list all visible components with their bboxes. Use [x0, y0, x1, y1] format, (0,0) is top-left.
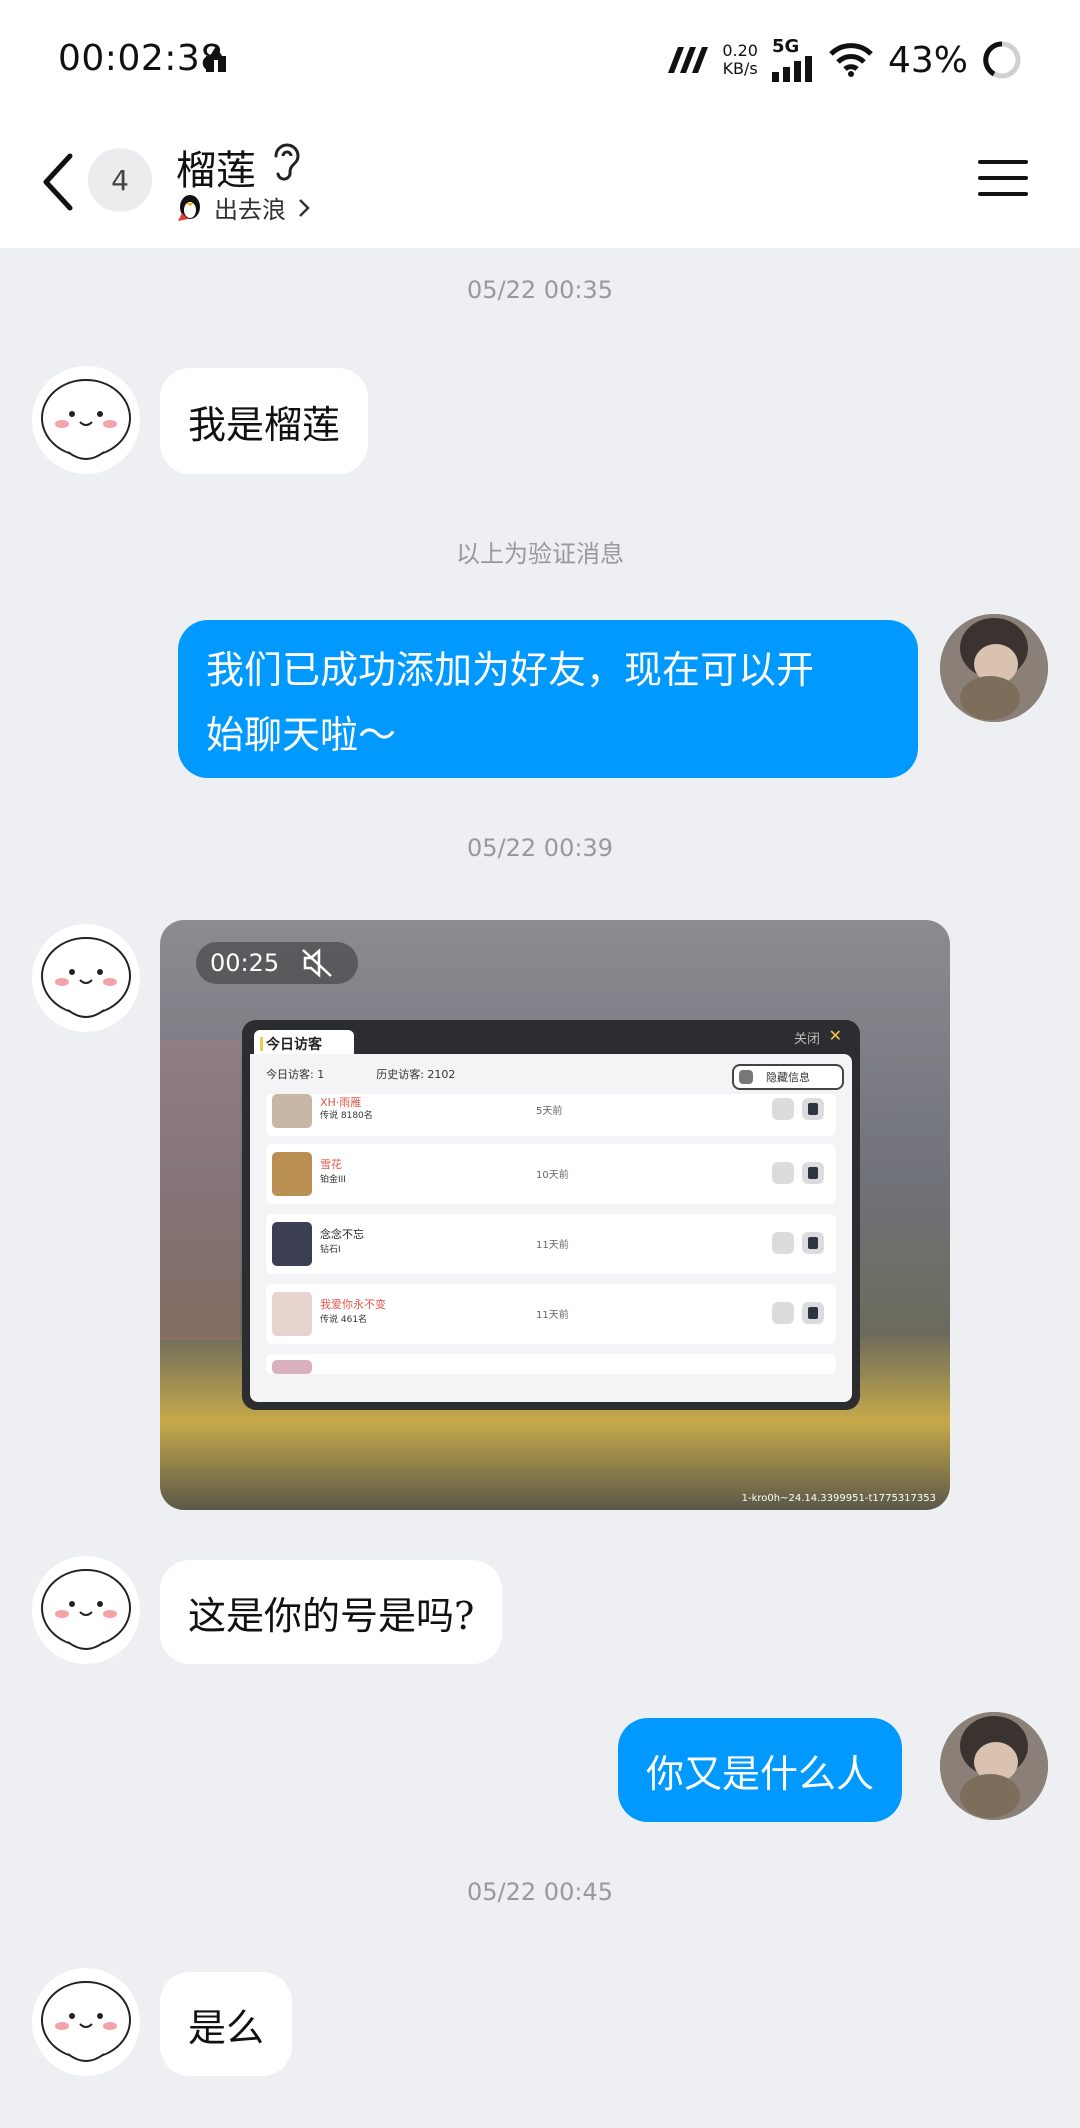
status-time: 00:02:38	[58, 38, 224, 79]
contact-avatar[interactable]	[32, 1968, 140, 2076]
video-message[interactable]: 00:25 今日访客 关闭 ✕ 今日访客: 1 历史访客: 2102 隐藏信息 …	[160, 920, 950, 1510]
video-duration-pill: 00:25	[196, 942, 358, 984]
battery-ring-icon	[983, 41, 1021, 79]
message-bubble-in[interactable]: 我是榴莲	[160, 368, 369, 474]
notification-icon	[206, 46, 226, 72]
status-label: 出去浪	[214, 196, 286, 224]
mute-icon[interactable]	[301, 948, 333, 978]
visitor-time: 5天前	[536, 1106, 563, 1117]
visitor-row: 雪花 铂金III 10天前	[266, 1144, 836, 1204]
contact-status[interactable]: 出去浪	[176, 190, 312, 225]
timestamp: 05/22 00:35	[467, 276, 613, 304]
contact-name[interactable]: 榴莲	[176, 138, 256, 196]
note-icon	[802, 1162, 824, 1184]
visitor-time: 10天前	[536, 1170, 569, 1181]
ghost-icon	[772, 1098, 794, 1120]
popup-body: 今日访客: 1 历史访客: 2102 隐藏信息 XH·雨雁 传说 8180名 5…	[250, 1054, 852, 1402]
status-bar: 00:02:38 0.20 KB/s 5G 43%	[0, 0, 1080, 120]
visitor-avatar	[272, 1292, 312, 1336]
today-visitors: 今日访客: 1	[266, 1068, 325, 1081]
user-photo-icon	[940, 614, 1048, 722]
ghost-icon	[772, 1302, 794, 1324]
close-icon: ✕	[828, 1026, 842, 1045]
note-icon	[802, 1098, 824, 1120]
note-icon	[802, 1232, 824, 1254]
contact-avatar[interactable]	[32, 924, 140, 1032]
net-speed: 0.20 KB/s	[722, 42, 758, 78]
bear-avatar-icon	[41, 379, 131, 460]
visitor-popup: 今日访客 关闭 ✕ 今日访客: 1 历史访客: 2102 隐藏信息 XH·雨雁 …	[242, 1020, 860, 1410]
visitor-rank: 钻石I	[320, 1245, 341, 1255]
back-button[interactable]	[36, 150, 80, 214]
my-avatar[interactable]	[940, 614, 1048, 722]
my-avatar[interactable]	[940, 1712, 1048, 1820]
timestamp: 05/22 00:39	[467, 834, 613, 862]
visitor-avatar	[272, 1094, 312, 1128]
bear-avatar-icon	[41, 937, 131, 1018]
user-photo-icon	[940, 1712, 1048, 1820]
visitor-rank: 传说 8180名	[320, 1111, 373, 1121]
visitor-row: 念念不忘 钻石I 11天前	[266, 1214, 836, 1274]
message-bubble-in[interactable]: 这是你的号是吗?	[160, 1560, 503, 1664]
visitor-time: 11天前	[536, 1310, 569, 1321]
visitor-name: 雪花	[320, 1158, 342, 1171]
message-line: 我们已成功添加为好友，现在可以开	[206, 648, 815, 692]
visitor-avatar	[272, 1222, 312, 1266]
visitor-row-partial	[266, 1354, 836, 1374]
bear-avatar-icon	[41, 1569, 131, 1650]
timestamp: 05/22 00:45	[467, 1878, 613, 1906]
network-type: 5G	[771, 36, 800, 57]
ear-icon[interactable]	[270, 140, 304, 182]
bear-avatar-icon	[41, 1981, 131, 2062]
cell-signal: 5G	[771, 36, 814, 82]
ghost-icon	[772, 1162, 794, 1184]
visitor-rank: 铂金III	[320, 1175, 346, 1185]
visitor-row: XH·雨雁 传说 8180名 5天前	[266, 1094, 836, 1136]
menu-button[interactable]	[978, 158, 1028, 198]
signal-bars-icon	[771, 56, 812, 82]
message-bubble-out[interactable]: 我们已成功添加为好友，现在可以开 始聊天啦～	[178, 620, 918, 778]
visitor-avatar	[272, 1360, 312, 1374]
hide-info-toggle: 隐藏信息	[732, 1064, 844, 1090]
visitor-name: 我爱你永不变	[320, 1298, 386, 1311]
battery-percent: 43%	[887, 39, 968, 81]
verify-notice: 以上为验证消息	[456, 540, 624, 568]
visitor-avatar	[272, 1152, 312, 1196]
status-right: 0.20 KB/s 5G 43%	[664, 30, 1022, 90]
message-bubble-out[interactable]: 你又是什么人	[618, 1718, 903, 1822]
visitor-stats: 今日访客: 1 历史访客: 2102	[266, 1066, 455, 1082]
video-duration: 00:25	[210, 949, 280, 977]
net-speed-value: 0.20	[722, 41, 758, 60]
net-speed-unit: KB/s	[722, 59, 758, 78]
visitor-row: 我爱你永不变 传说 461名 11天前	[266, 1284, 836, 1344]
history-visitors: 历史访客: 2102	[376, 1068, 456, 1081]
message-line: 始聊天啦～	[206, 713, 397, 757]
wifi-icon	[829, 43, 873, 77]
video-background	[160, 1040, 240, 1340]
message-bubble-in[interactable]: 是么	[160, 1972, 293, 2076]
contact-avatar[interactable]	[32, 366, 140, 474]
ghost-icon	[772, 1232, 794, 1254]
chat-header	[0, 120, 1080, 248]
note-icon	[802, 1302, 824, 1324]
visitor-rank: 传说 461名	[320, 1315, 368, 1325]
visitor-name: 念念不忘	[320, 1228, 364, 1241]
qq-penguin-icon	[178, 194, 200, 221]
chevron-right-icon	[299, 198, 310, 217]
video-id: 1-kro0h~24.14.3399951-t1775317353	[741, 1493, 936, 1504]
hd-signal-icon	[668, 47, 709, 73]
visitor-time: 11天前	[536, 1240, 569, 1251]
contact-avatar[interactable]	[32, 1556, 140, 1664]
popup-close-label: 关闭	[793, 1032, 820, 1047]
unread-badge[interactable]: 4	[88, 148, 152, 212]
